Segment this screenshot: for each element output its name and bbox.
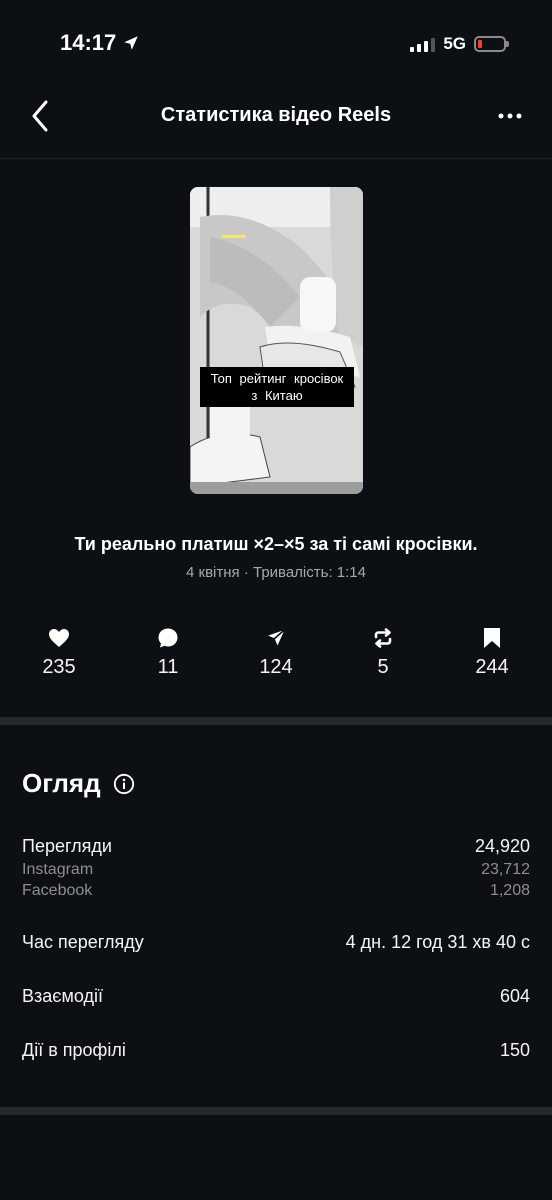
status-bar: 14:17 5G xyxy=(0,0,552,90)
thumbnail-caption-line-2: з Китаю xyxy=(251,388,303,403)
overview-title: Огляд xyxy=(22,768,101,798)
watch-time-label: Час перегляду xyxy=(22,932,144,952)
video-title: Ти реально платиш ×2–×5 за ті самі кросі… xyxy=(74,534,478,554)
stat-shares: 124 xyxy=(236,626,316,679)
views-row[interactable]: Перегляди 24,920 xyxy=(22,836,530,857)
instagram-value: 23,712 xyxy=(481,861,530,878)
comments-count: 11 xyxy=(157,656,179,678)
video-meta: 4 квітня · Тривалість: 1:14 xyxy=(186,564,366,581)
reels-insights-screen: 14:17 5G Статистика відео Reels Топ рейт… xyxy=(0,0,552,1200)
stat-saves: 244 xyxy=(452,626,532,679)
engagement-stats: 235 11 124 5 244 xyxy=(0,626,552,686)
page-title: Статистика відео Reels xyxy=(160,104,392,126)
profile-actions-row[interactable]: Дії в профілі 150 xyxy=(22,1040,530,1061)
stat-likes: 235 xyxy=(19,626,99,679)
bottom-section-divider xyxy=(0,1107,552,1115)
status-indicators: 5G xyxy=(410,34,509,54)
battery-icon xyxy=(474,36,509,52)
video-thumbnail[interactable]: Топ рейтинг кросівок з Китаю xyxy=(190,187,363,494)
saves-count: 244 xyxy=(475,656,509,678)
section-divider xyxy=(0,717,552,725)
status-time-text: 14:17 xyxy=(60,30,117,55)
instagram-label: Instagram xyxy=(22,861,94,878)
interactions-value: 604 xyxy=(499,986,530,1006)
profile-actions-value: 150 xyxy=(499,1040,530,1060)
thumbnail-image xyxy=(190,187,363,494)
interactions-label: Взаємодії xyxy=(22,986,103,1006)
watch-time-row[interactable]: Час перегляду 4 дн. 12 год 31 хв 40 с xyxy=(22,932,530,953)
watch-time-value: 4 дн. 12 год 31 хв 40 с xyxy=(345,932,530,952)
shares-count: 124 xyxy=(259,656,293,678)
thumbnail-caption: Топ рейтинг кросівок з Китаю xyxy=(200,367,354,407)
location-arrow-icon xyxy=(124,36,139,50)
bookmark-icon xyxy=(484,628,500,648)
stat-reposts: 5 xyxy=(343,626,423,679)
thumbnail-caption-line-1: Топ рейтинг кросівок xyxy=(210,371,344,386)
facebook-views-row: Facebook 1,208 xyxy=(22,882,530,900)
instagram-views-row: Instagram 23,712 xyxy=(22,861,530,879)
views-label: Перегляди xyxy=(22,836,112,856)
views-value: 24,920 xyxy=(474,836,530,856)
status-time: 14:17 xyxy=(60,30,140,56)
network-type: 5G xyxy=(443,34,466,53)
repost-icon xyxy=(374,628,392,648)
send-icon xyxy=(265,627,287,649)
header-divider xyxy=(0,158,552,159)
facebook-value: 1,208 xyxy=(489,882,530,899)
overview-section-title: Огляд xyxy=(22,768,135,799)
reposts-count: 5 xyxy=(377,656,389,678)
facebook-label: Facebook xyxy=(22,882,93,899)
info-icon[interactable] xyxy=(113,773,135,795)
stat-comments: 11 xyxy=(128,626,208,679)
comment-icon xyxy=(158,628,178,648)
navigation-bar: Статистика відео Reels xyxy=(0,88,552,144)
profile-actions-label: Дії в профілі xyxy=(22,1040,126,1060)
interactions-row[interactable]: Взаємодії 604 xyxy=(22,986,530,1007)
heart-icon xyxy=(49,629,69,647)
more-options-icon[interactable] xyxy=(496,102,524,130)
likes-count: 235 xyxy=(42,656,76,678)
cellular-signal-icon xyxy=(410,36,436,52)
